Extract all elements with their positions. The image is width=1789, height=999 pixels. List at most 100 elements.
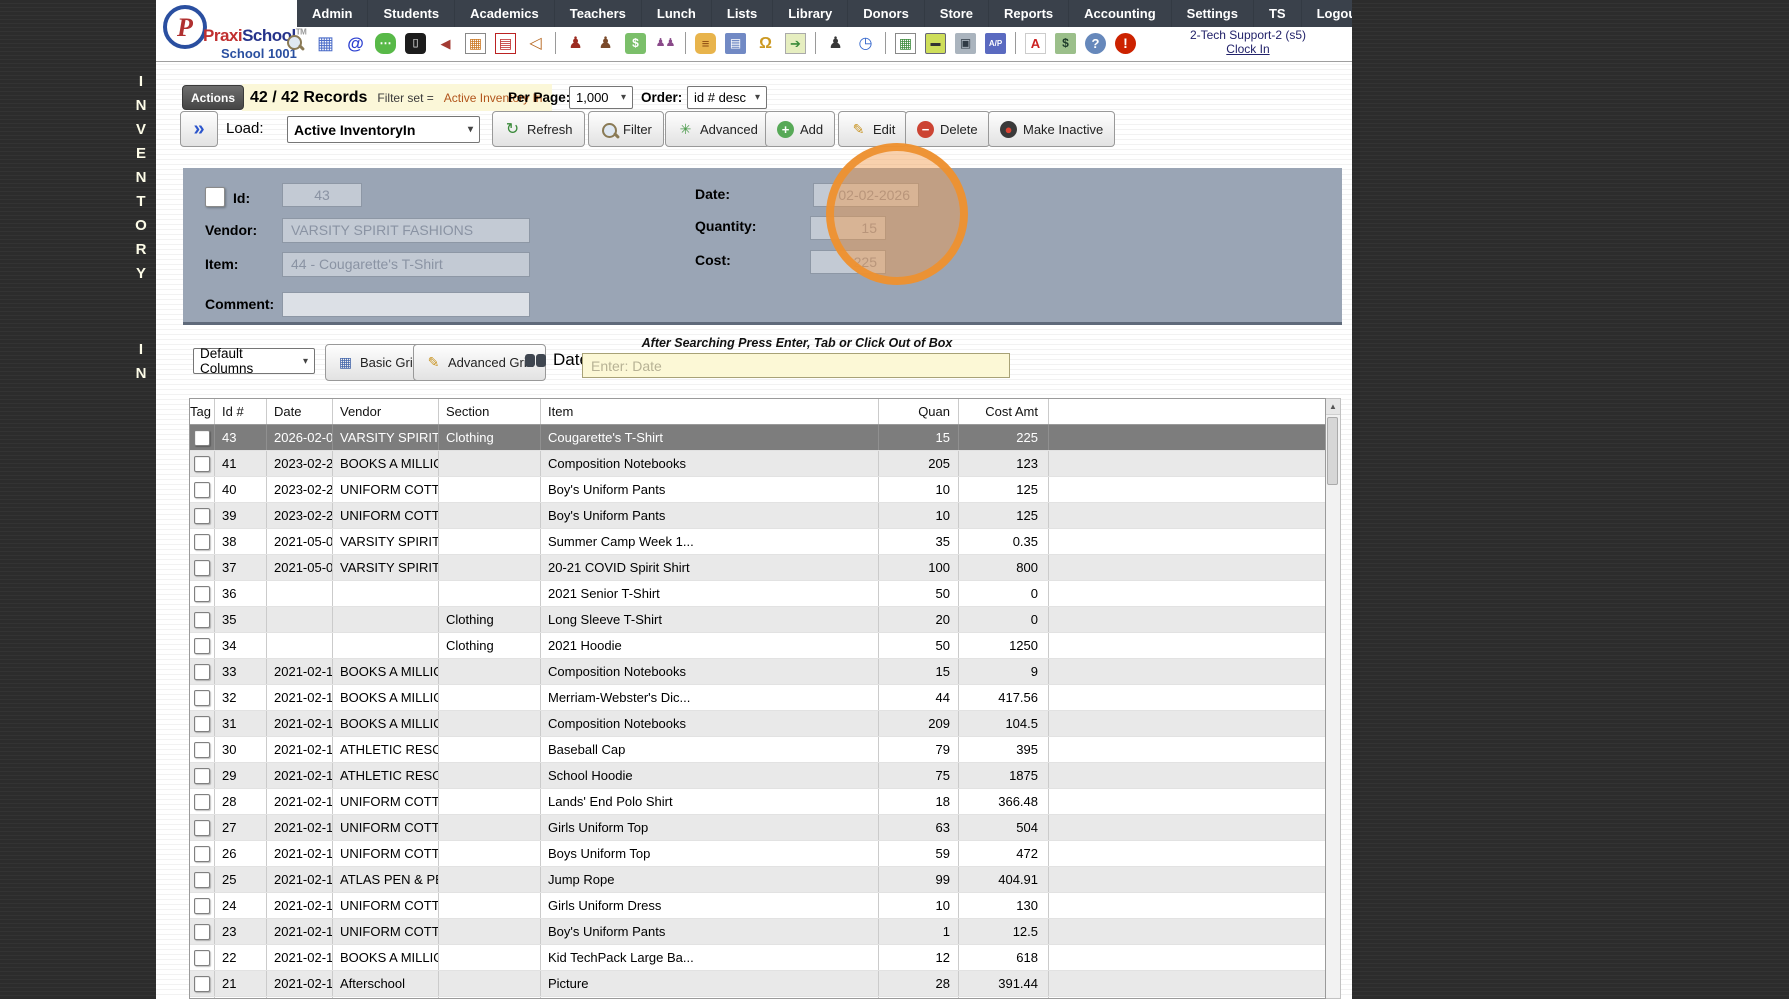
row-checkbox[interactable] <box>194 690 210 706</box>
note-send-icon[interactable]: ➔ <box>785 33 806 54</box>
table-row[interactable]: 35ClothingLong Sleeve T-Shirt200 <box>190 607 1325 633</box>
row-checkbox[interactable] <box>194 742 210 758</box>
row-checkbox[interactable] <box>194 820 210 836</box>
spreadsheet-icon[interactable]: ▦ <box>895 33 916 54</box>
row-checkbox[interactable] <box>194 924 210 940</box>
table-row[interactable]: 212021-02-15AfterschoolPicture28391.44 <box>190 971 1325 997</box>
row-checkbox[interactable] <box>194 456 210 472</box>
table-row[interactable]: 332021-02-15BOOKS A MILLIONComposition N… <box>190 659 1325 685</box>
table-row[interactable]: 312021-02-15BOOKS A MILLIONComposition N… <box>190 711 1325 737</box>
delete-button[interactable]: −Delete <box>905 111 990 147</box>
make-inactive-button[interactable]: ●Make Inactive <box>988 111 1115 147</box>
id-field[interactable]: 43 <box>282 183 362 207</box>
vendor-field[interactable]: VARSITY SPIRIT FASHIONS <box>282 218 530 243</box>
calendar-grid-icon[interactable]: ▦ <box>315 33 336 54</box>
load-select[interactable]: Active InventoryIn▾ <box>287 116 480 143</box>
row-checkbox[interactable] <box>194 482 210 498</box>
column-header-quan[interactable]: Quan <box>879 399 959 424</box>
table-row[interactable]: 362021 Senior T-Shirt500 <box>190 581 1325 607</box>
row-checkbox[interactable] <box>194 794 210 810</box>
row-checkbox[interactable] <box>194 872 210 888</box>
edit-button[interactable]: ✎Edit <box>838 111 907 147</box>
alert-icon[interactable]: ! <box>1115 33 1136 54</box>
chat-icon[interactable]: ⋯ <box>375 33 396 54</box>
row-checkbox[interactable] <box>194 638 210 654</box>
row-checkbox[interactable] <box>194 508 210 524</box>
ap-icon[interactable]: A/P <box>985 33 1006 54</box>
notebook-icon[interactable]: ▤ <box>725 33 746 54</box>
column-header-id-[interactable]: Id # <box>215 399 267 424</box>
row-checkbox[interactable] <box>194 898 210 914</box>
column-header-section[interactable]: Section <box>439 399 541 424</box>
row-checkbox[interactable] <box>194 430 210 446</box>
row-checkbox[interactable] <box>194 768 210 784</box>
payment-card-icon[interactable]: ▬ <box>925 33 946 54</box>
table-row[interactable]: 322021-02-15BOOKS A MILLIONMerriam-Webst… <box>190 685 1325 711</box>
row-checkbox[interactable] <box>194 664 210 680</box>
column-header-tag[interactable]: Tag <box>190 399 215 424</box>
person-add-icon[interactable]: ♟ <box>565 33 586 54</box>
scrollbar-thumb[interactable] <box>1327 417 1338 485</box>
clock-in-link[interactable]: Clock In <box>1190 42 1306 56</box>
table-row[interactable]: 242021-02-15UNIFORM COTTAGEGirls Uniform… <box>190 893 1325 919</box>
row-checkbox[interactable] <box>194 950 210 966</box>
calendar-color-icon[interactable]: ▦ <box>465 33 486 54</box>
row-checkbox[interactable] <box>194 612 210 628</box>
actions-button[interactable]: Actions <box>182 85 244 110</box>
megaphone-icon[interactable]: ◁ <box>525 33 546 54</box>
order-select[interactable]: id # desc▾ <box>687 86 767 109</box>
row-checkbox[interactable] <box>194 846 210 862</box>
expand-button[interactable]: » <box>180 111 218 147</box>
row-checkbox[interactable] <box>194 976 210 992</box>
date-search-input[interactable] <box>582 353 1010 378</box>
at-icon[interactable]: @ <box>345 33 366 54</box>
table-row[interactable]: 372021-05-04VARSITY SPIRIT FAS...20-21 C… <box>190 555 1325 581</box>
comment-field[interactable] <box>282 292 530 317</box>
per-page-select[interactable]: 1,000▾ <box>569 86 633 109</box>
table-row[interactable]: 292021-02-15ATHLETIC RESOURC...School Ho… <box>190 763 1325 789</box>
nav-item-library[interactable]: Library <box>773 0 848 27</box>
bell-icon[interactable]: Ω <box>755 33 776 54</box>
item-field[interactable]: 44 - Cougarette's T-Shirt <box>282 252 530 277</box>
table-row[interactable]: 402023-02-23UNIFORM COTTAGEBoy's Uniform… <box>190 477 1325 503</box>
printer-check-icon[interactable]: ▣ <box>955 33 976 54</box>
nav-item-ts[interactable]: TS <box>1254 0 1302 27</box>
speaker-icon[interactable]: ◀ <box>435 33 456 54</box>
nav-item-accounting[interactable]: Accounting <box>1069 0 1172 27</box>
refresh-button[interactable]: ↻Refresh <box>492 111 585 147</box>
advanced-button[interactable]: ✳Advanced <box>665 111 770 147</box>
record-checkbox[interactable] <box>205 187 225 207</box>
date-field[interactable]: 02-02-2026 <box>813 183 919 207</box>
row-checkbox[interactable] <box>194 586 210 602</box>
nav-item-store[interactable]: Store <box>925 0 989 27</box>
search-icon[interactable] <box>285 33 306 54</box>
person-suit-icon[interactable]: ♟ <box>825 33 846 54</box>
cash-register-icon[interactable]: $ <box>1055 33 1076 54</box>
row-checkbox[interactable] <box>194 534 210 550</box>
columns-select[interactable]: Default Columns▾ <box>193 348 315 374</box>
help-icon[interactable]: ? <box>1085 33 1106 54</box>
filter-button[interactable]: Filter <box>588 111 664 147</box>
table-row[interactable]: 392023-02-23UNIFORM COTTAGEBoy's Uniform… <box>190 503 1325 529</box>
nav-item-settings[interactable]: Settings <box>1172 0 1254 27</box>
column-header-vendor[interactable]: Vendor <box>333 399 439 424</box>
nav-item-reports[interactable]: Reports <box>989 0 1069 27</box>
quantity-field[interactable]: 15 <box>810 216 886 240</box>
hamburger-icon[interactable]: ≡ <box>695 33 716 54</box>
nav-item-students[interactable]: Students <box>368 0 455 27</box>
table-row[interactable]: 282021-02-15UNIFORM COTTAGELands' End Po… <box>190 789 1325 815</box>
nav-item-donors[interactable]: Donors <box>848 0 925 27</box>
column-header-date[interactable]: Date <box>267 399 333 424</box>
calendar-date-icon[interactable]: ▤ <box>495 33 516 54</box>
scroll-up-arrow[interactable]: ▲ <box>1326 399 1340 415</box>
family-icon[interactable]: ♟♟ <box>655 33 676 54</box>
person-icon[interactable]: ♟ <box>595 33 616 54</box>
row-checkbox[interactable] <box>194 716 210 732</box>
table-row[interactable]: 412023-02-23BOOKS A MILLIONComposition N… <box>190 451 1325 477</box>
cost-field[interactable]: 225 <box>810 250 886 274</box>
nav-item-teachers[interactable]: Teachers <box>555 0 642 27</box>
nav-item-logout[interactable]: Logout <box>1302 0 1352 27</box>
table-row[interactable]: 382021-05-04VARSITY SPIRIT FAS...Summer … <box>190 529 1325 555</box>
column-header-item[interactable]: Item <box>541 399 879 424</box>
nav-item-academics[interactable]: Academics <box>455 0 555 27</box>
